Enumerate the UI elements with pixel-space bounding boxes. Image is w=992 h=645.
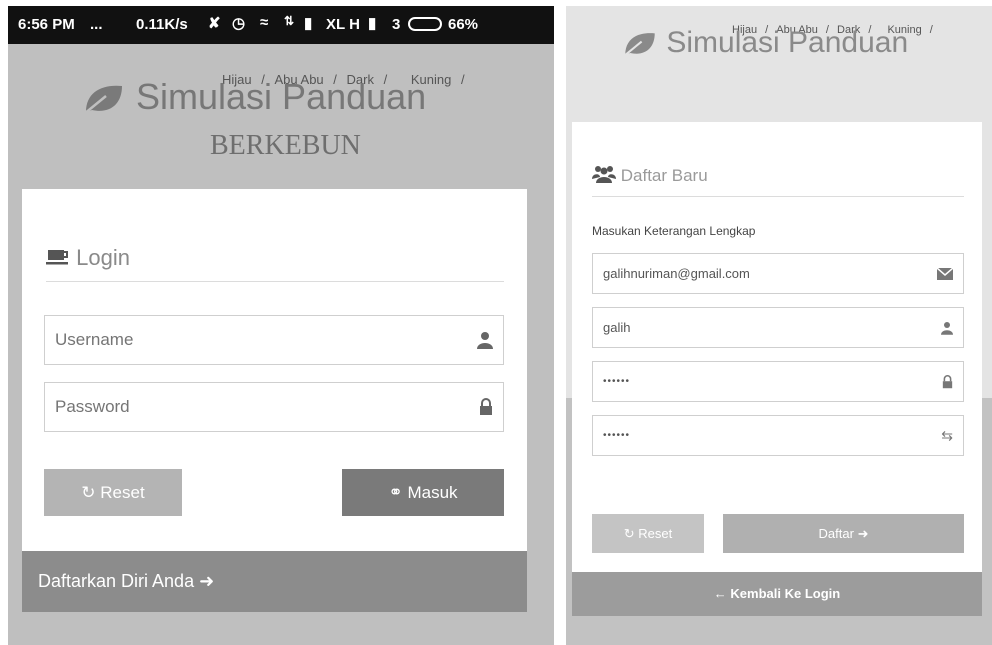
theme-separator: / [929, 24, 933, 36]
login-submit-label: Masuk [407, 483, 458, 502]
reset-label: Reset [638, 526, 673, 541]
status-dots: ... [90, 16, 103, 33]
lock-icon [942, 374, 953, 388]
register-link[interactable]: Daftarkan Diri Anda ➜ [22, 551, 527, 612]
divider [592, 196, 964, 197]
status-battery: 66% [448, 16, 479, 33]
username-input[interactable] [55, 316, 422, 364]
password-input[interactable] [55, 383, 422, 431]
reset-button[interactable]: ↻ Reset [592, 514, 704, 553]
register-heading: Daftar Baru [592, 165, 708, 186]
email-input[interactable] [603, 254, 899, 293]
status-sim2: 3 [392, 16, 401, 33]
theme-separator: / [460, 72, 465, 87]
reset-button[interactable]: ↻ Reset [44, 469, 182, 516]
username-input[interactable] [603, 308, 899, 347]
brand-title: Simulasi Panduan [136, 76, 427, 117]
password-input[interactable] [603, 362, 899, 401]
signal-2-icon: ▮ [368, 15, 377, 32]
coffee-icon [46, 250, 68, 265]
divider [46, 281, 504, 282]
brand-logo: Simulasi Panduan [82, 76, 426, 118]
status-bar: 6:56 PM ... 0.11K/s ✘ ◷ ≈ ⇅ ▮ XL H ▮ 3 6… [8, 6, 554, 44]
reset-label: Reset [100, 483, 145, 502]
instructions-text: Masukan Keterangan Lengkap [592, 224, 756, 238]
login-submit-button[interactable]: ⚭ Masuk [342, 469, 504, 516]
leaf-icon [622, 33, 655, 58]
user-icon [941, 321, 953, 335]
login-card: Login ↻ Reset ⚭ Masuk [22, 189, 527, 551]
brand-title: Simulasi Panduan [666, 26, 909, 59]
lock-icon [480, 398, 492, 415]
envelope-icon [937, 267, 953, 280]
user-icon [477, 332, 493, 349]
key-icon: ⚭ [388, 483, 403, 502]
arrow-right-icon: ➜ [857, 526, 869, 541]
username-field [44, 315, 504, 365]
register-title: Daftar Baru [620, 166, 708, 185]
arrow-right-icon: ➜ [199, 571, 215, 591]
login-title: Login [76, 245, 130, 270]
brand-logo: Simulasi Panduan [622, 26, 908, 60]
register-link-label: Daftarkan Diri Anda [38, 571, 195, 591]
email-field [592, 253, 964, 294]
no-alarm-icon: ✘ [208, 15, 221, 32]
register-card: Daftar Baru Masukan Keterangan Lengkap ⇆ [572, 122, 982, 572]
register-submit-label: Daftar [818, 526, 854, 541]
leaf-icon [83, 86, 122, 116]
signal-icon: ▮ [304, 15, 313, 32]
refresh-icon: ↻ [623, 526, 635, 541]
register-submit-button[interactable]: Daftar ➜ [723, 514, 964, 553]
back-link-label: Kembali Ke Login [730, 586, 841, 601]
battery-icon [408, 17, 442, 31]
password-confirm-input[interactable] [603, 416, 899, 455]
password-confirm-field: ⇆ [592, 415, 964, 456]
alarm-clock-icon: ◷ [232, 15, 246, 32]
register-screen: Hijau / Abu Abu / Dark / Kuning / Simula… [566, 6, 992, 645]
status-carrier: XL H [326, 16, 360, 33]
login-heading: Login [46, 245, 130, 271]
status-time: 6:56 PM [18, 16, 75, 33]
brand-subtitle: BERKEBUN [210, 130, 361, 161]
back-to-login-link[interactable]: ← Kembali Ke Login [572, 572, 982, 616]
password-field [44, 382, 504, 432]
retweet-icon: ⇆ [941, 427, 953, 443]
username-field [592, 307, 964, 348]
refresh-icon: ↻ [81, 483, 96, 502]
users-icon [592, 166, 616, 183]
status-speed: 0.11K/s [136, 16, 188, 33]
wifi-icon: ≈ [260, 14, 269, 31]
data-transfer-icon: ⇅ [284, 14, 295, 28]
arrow-left-icon: ← [713, 586, 727, 601]
password-field [592, 361, 964, 402]
login-screen: 6:56 PM ... 0.11K/s ✘ ◷ ≈ ⇅ ▮ XL H ▮ 3 6… [8, 6, 554, 645]
